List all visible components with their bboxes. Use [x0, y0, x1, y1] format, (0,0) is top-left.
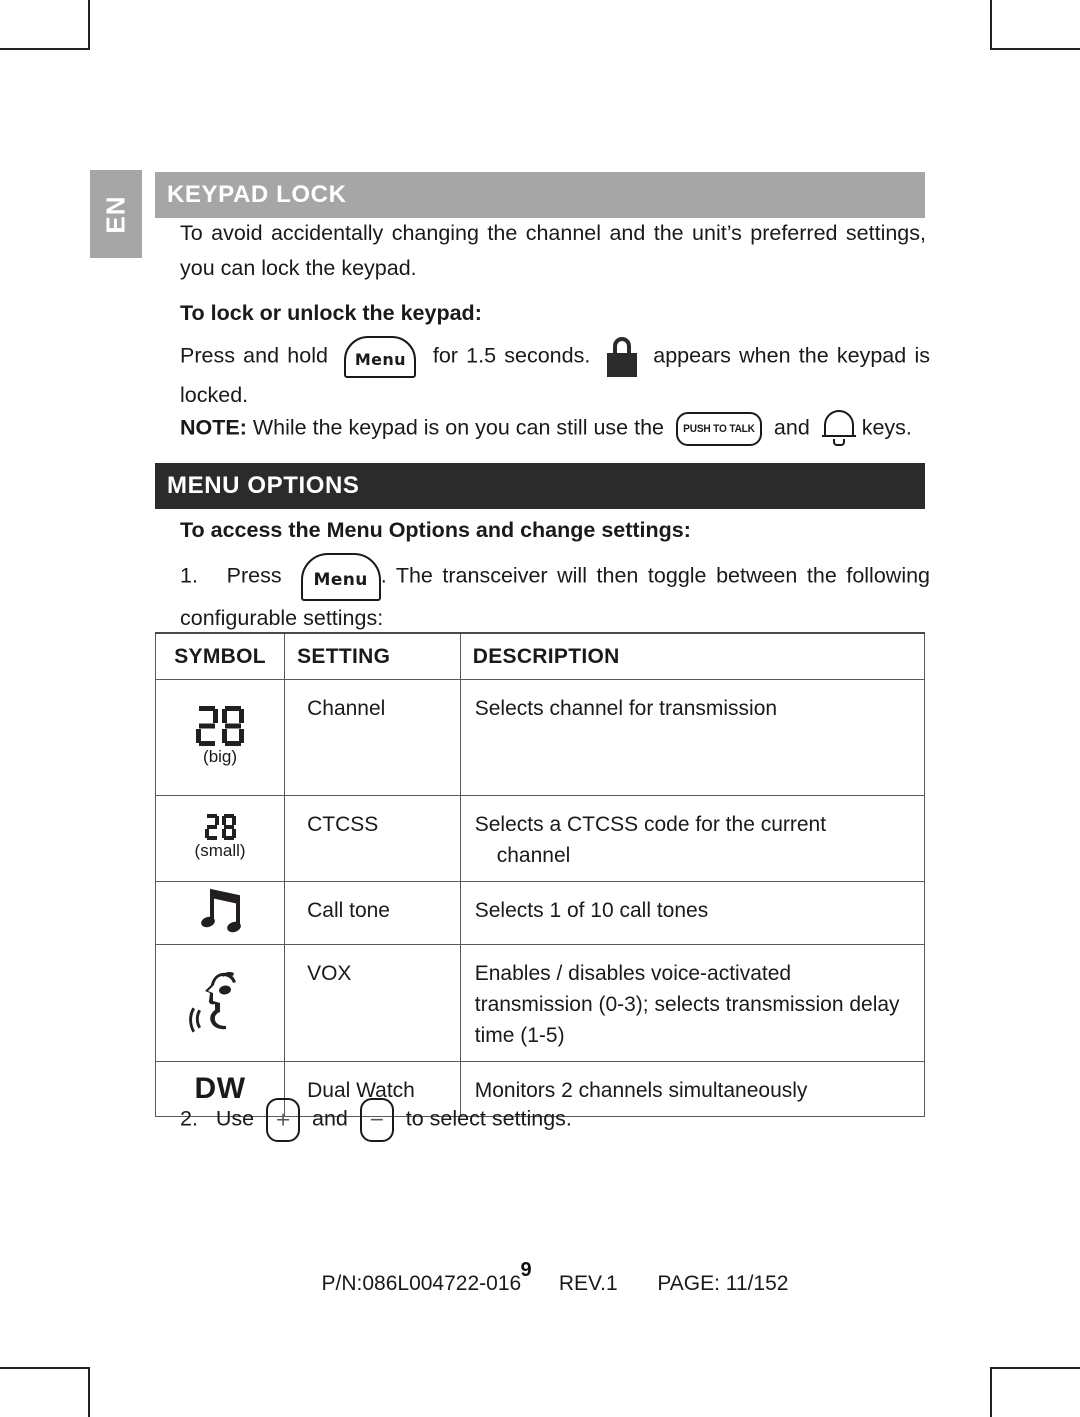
- step2-prefix: Use: [215, 1106, 255, 1131]
- description-cell-call-tone: Selects 1 of 10 call tones: [459, 881, 926, 945]
- section-header-menu-options: MENU OPTIONS: [155, 463, 925, 509]
- footer-page-label: PAGE: 11/152: [657, 1272, 789, 1295]
- description-cell-vox: Enables / disables voice-activated trans…: [459, 944, 926, 1062]
- symbol-cell-ctcss: (small): [154, 795, 286, 882]
- column-header-symbol: SYMBOL: [154, 632, 286, 680]
- note-text: While the keypad is on you can still use…: [252, 415, 664, 440]
- menu-settings-table: SYMBOL SETTING DESCRIPTION (big) Channel…: [154, 632, 926, 1117]
- description-cell-ctcss: Selects a CTCSS code for the current cha…: [459, 795, 926, 882]
- table-header-row: SYMBOL SETTING DESCRIPTION: [154, 632, 926, 680]
- symbol-cell-call-tone: [154, 881, 286, 945]
- step2-conjunction: and: [312, 1106, 348, 1131]
- crop-mark-top-right-icon: [990, 0, 1080, 50]
- seven-segment-digits-big-icon: [196, 706, 245, 746]
- keypad-lock-note: NOTE: While the keypad is on you can sti…: [180, 410, 932, 448]
- step2-suffix: to select settings.: [405, 1106, 572, 1131]
- column-header-description: DESCRIPTION: [459, 632, 926, 680]
- minus-key-icon[interactable]: −: [359, 1098, 394, 1142]
- setting-cell-call-tone: Call tone: [284, 881, 461, 945]
- step2-number: 2.: [180, 1106, 198, 1131]
- menu-options-step-1: 1. Press Menu. The transceiver will then…: [180, 553, 930, 636]
- keypad-lock-intro: To avoid accidentally changing the chann…: [180, 221, 926, 280]
- music-note-icon: [197, 888, 243, 934]
- table-row: VOX Enables / disables voice-activated t…: [154, 944, 926, 1062]
- language-tab-label: EN: [100, 194, 131, 234]
- press-hold-prefix: Press and hold: [180, 343, 328, 368]
- keypad-lock-subheading: To lock or unlock the keypad:: [180, 301, 482, 325]
- symbol-cell-vox: [154, 944, 286, 1062]
- section-title-menu-options: MENU OPTIONS: [155, 463, 925, 509]
- menu-key-label: Menu: [354, 350, 406, 369]
- crop-mark-bottom-left-icon: [0, 1367, 90, 1417]
- section-header-keypad-lock: KEYPAD LOCK: [155, 172, 925, 218]
- footer: P/N:086L004722-016 REV.1 PAGE: 11/152: [0, 1272, 1080, 1296]
- table-row: (small) CTCSS Selects a CTCSS code for t…: [154, 795, 926, 882]
- column-header-setting: SETTING: [284, 632, 461, 680]
- menu-key-icon[interactable]: Menu: [344, 336, 417, 378]
- section-title-keypad-lock: KEYPAD LOCK: [155, 172, 925, 218]
- step1-prefix: Press: [226, 563, 282, 588]
- push-to-talk-key-label: PUSH TO TALK: [683, 423, 755, 435]
- press-hold-duration: for 1.5 seconds.: [432, 343, 591, 368]
- call-key-icon[interactable]: [821, 410, 856, 448]
- setting-cell-channel: Channel: [284, 679, 461, 796]
- lock-icon: [606, 337, 637, 377]
- menu-key-icon[interactable]: Menu: [300, 553, 381, 601]
- table-row: Call tone Selects 1 of 10 call tones: [154, 881, 926, 945]
- push-to-talk-key-icon[interactable]: PUSH TO TALK: [675, 412, 762, 446]
- menu-options-subheading: To access the Menu Options and change se…: [180, 518, 691, 542]
- symbol-note-big: (big): [203, 747, 238, 766]
- symbol-note-small: (small): [194, 841, 246, 860]
- keypad-lock-instruction: Press and hold Menu for 1.5 seconds. app…: [180, 336, 930, 413]
- minus-key-label: −: [368, 1108, 385, 1131]
- manual-page: EN KEYPAD LOCK To avoid accidentally cha…: [0, 0, 1080, 1417]
- crop-mark-bottom-right-icon: [990, 1367, 1080, 1417]
- setting-cell-vox: VOX: [284, 944, 461, 1062]
- description-cell-channel: Selects channel for transmission: [459, 679, 926, 796]
- footer-part-number: P/N:086L004722-016: [321, 1272, 522, 1295]
- seven-segment-digits-small-icon: [204, 814, 236, 840]
- footer-revision: REV.1: [558, 1272, 618, 1295]
- symbol-cell-channel: (big): [154, 679, 286, 796]
- note-end: keys.: [861, 415, 912, 440]
- language-tab: EN: [90, 170, 142, 258]
- plus-key-icon[interactable]: +: [266, 1098, 301, 1142]
- step1-suffix: . The transceiver will then toggle betwe…: [180, 563, 931, 630]
- vox-speaking-face-icon: [189, 971, 237, 1033]
- note-conjunction: and: [773, 415, 810, 440]
- note-label: NOTE:: [180, 415, 247, 440]
- menu-key-label: Menu: [313, 570, 368, 590]
- table-row: (big) Channel Selects channel for transm…: [154, 679, 926, 796]
- description-line-1: Selects a CTCSS code for the current: [474, 813, 827, 836]
- menu-options-step-2: 2. Use + and − to select settings.: [180, 1098, 930, 1142]
- setting-cell-ctcss: CTCSS: [284, 795, 461, 882]
- plus-key-label: +: [275, 1108, 292, 1131]
- crop-mark-top-left-icon: [0, 0, 90, 50]
- step1-number: 1.: [180, 563, 198, 588]
- description-line-2: channel: [496, 844, 571, 867]
